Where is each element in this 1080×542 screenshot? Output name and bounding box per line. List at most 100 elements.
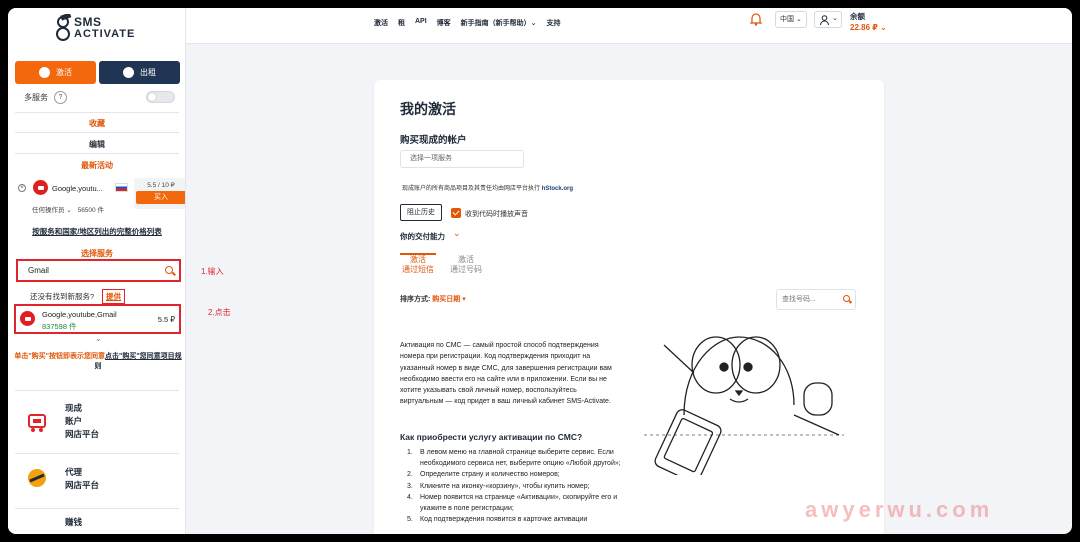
number-search-input[interactable]: 查找号码... xyxy=(776,289,856,310)
payment-capability[interactable]: 你的交付能力 xyxy=(400,231,445,242)
service-select[interactable]: 选择一项服务 xyxy=(400,150,524,168)
annotation-click: 2.点击 xyxy=(208,308,231,317)
user-icon xyxy=(820,15,829,25)
tab-sms-activation[interactable]: 激活 通过短信 xyxy=(400,253,436,275)
service-list-item[interactable]: Google,youtube,Gmail 837598 件 5.5 ₽ xyxy=(14,304,181,334)
divider xyxy=(15,508,179,509)
terms-notice: 单击"购买"按钮即表示您同意点击"购买"您同意项目规 则 xyxy=(10,352,185,372)
activity-price-box: 5.5 / 10 ₽ 买入 xyxy=(134,178,185,209)
sort-control: 排序方式: 购买日期 ▾ xyxy=(400,294,466,304)
select-service-label: 选择服务 xyxy=(81,249,113,258)
chevron-down-icon[interactable]: ⌄ xyxy=(453,228,461,239)
block-history-button[interactable]: 阻止历史 xyxy=(400,204,442,221)
terms-notice-tail: 则 xyxy=(94,363,102,370)
nav-menu: 激活 租 API 博客 新手指南（新手帮助）⌄ 支持 xyxy=(374,18,561,28)
activity-operator[interactable]: 任何操作员 ⌄ 56500 件 xyxy=(32,204,104,214)
stock-note-text: 现成账户的所有商品项目及其责任均由网店平台执行 xyxy=(402,186,541,192)
activity-count: 56500 件 xyxy=(77,207,104,214)
search-icon[interactable] xyxy=(843,295,850,302)
list-item: 5. Код подтверждения появится в карточке … xyxy=(407,514,625,525)
terms-notice-text: 单击"购买"按钮即表示您同意 xyxy=(14,353,105,360)
promo-line: 网店平台 xyxy=(65,429,100,439)
promo-line: 赚钱 xyxy=(65,517,83,527)
balance-value[interactable]: 22.86 ₽ ⌄ xyxy=(850,23,887,32)
close-icon[interactable]: × xyxy=(18,184,26,192)
multi-service-row: 多服务 ? xyxy=(24,91,67,104)
youtube-icon xyxy=(20,311,35,326)
buy-account-heading: 购买现成的帐户 xyxy=(400,135,467,146)
terms-link[interactable]: 点击"购买"您同意项目规 xyxy=(105,353,182,360)
divider xyxy=(15,112,179,113)
service-search-input[interactable]: Gmail xyxy=(16,259,181,282)
favorites-label[interactable]: 收藏 xyxy=(8,118,185,129)
stock-note: 现成账户的所有商品项目及其责任均由网店平台执行 hStock.org xyxy=(402,183,573,192)
user-menu[interactable]: ⌄ xyxy=(814,11,842,28)
provide-link[interactable]: 提供 xyxy=(102,289,125,304)
tab-label: 激活 xyxy=(458,255,474,264)
nav-item-rent[interactable]: 租 xyxy=(398,18,405,28)
annotation-input: 1.输入 xyxy=(201,267,224,276)
tab-label: 通过号码 xyxy=(450,265,482,274)
fox-icon xyxy=(39,67,50,78)
multi-service-label: 多服务 xyxy=(24,93,48,102)
tab-number-activation[interactable]: 激活 通过号码 xyxy=(448,255,484,275)
globe-icon xyxy=(28,469,46,487)
stock-link[interactable]: hStock.org xyxy=(542,186,573,192)
list-item: 3. Кликните на иконку-«корзину», чтобы ку… xyxy=(407,481,625,492)
rent-tab-button[interactable]: 出租 xyxy=(99,61,180,84)
tab-label: 通过短信 xyxy=(402,265,434,274)
logo-icon xyxy=(56,14,72,41)
bell-icon[interactable] xyxy=(750,12,762,26)
divider xyxy=(15,453,179,454)
search-icon[interactable] xyxy=(165,266,173,274)
number-search-placeholder: 查找号码... xyxy=(782,296,816,303)
balance-label: 余额 xyxy=(850,12,865,21)
multi-service-toggle[interactable] xyxy=(146,91,175,103)
step-number: 2. xyxy=(407,471,413,479)
activate-tab-button[interactable]: 激活 xyxy=(15,61,96,84)
sidebar: SMS ACTIVATE 激活 出租 多服务 ? 收藏 编辑 最新活动 × Go… xyxy=(8,8,186,534)
latest-activity-label: 最新活动 xyxy=(81,161,113,170)
step-number: 1. xyxy=(407,449,413,456)
search-value: Gmail xyxy=(28,266,49,275)
fox-phone-illustration xyxy=(644,336,844,475)
language-select[interactable]: 中国 ⌄ xyxy=(775,11,807,28)
watermark: awyerwu.com xyxy=(805,497,994,522)
sound-checkbox[interactable] xyxy=(451,208,461,218)
edit-button[interactable]: 编辑 xyxy=(8,139,185,150)
activate-tab-label: 激活 xyxy=(56,68,72,77)
service-count: 837598 件 xyxy=(42,322,77,331)
how-to-steps: 1. В левом меню на главной странице выбер… xyxy=(407,447,625,525)
service-price: 5.5 ₽ xyxy=(157,315,175,324)
divider xyxy=(15,153,179,154)
divider xyxy=(15,132,179,133)
page-title: 我的激活 xyxy=(400,101,456,117)
step-text: Кликните на иконку-«корзину», чтобы купи… xyxy=(420,482,590,490)
logo[interactable]: SMS ACTIVATE xyxy=(56,14,135,42)
nav-item-activate[interactable]: 激活 xyxy=(374,18,388,28)
nav-item-guide[interactable]: 新手指南（新手帮助）⌄ xyxy=(461,18,537,28)
not-found-text: 还没有找到新服务? xyxy=(30,292,95,301)
youtube-icon xyxy=(33,180,48,195)
expand-chevron-icon[interactable]: ⌄ xyxy=(95,334,102,343)
promo-line: 网店平台 xyxy=(65,480,100,490)
operator-select[interactable]: 任何操作员 ⌄ xyxy=(32,207,72,214)
how-to-title: Как приобрести услугу активации по СМС? xyxy=(400,432,583,442)
app-window: SMS ACTIVATE 激活 出租 多服务 ? 收藏 编辑 最新活动 × Go… xyxy=(8,8,1072,534)
buy-button[interactable]: 买入 xyxy=(136,191,185,204)
user-chevron-icon: ⌄ xyxy=(832,15,838,22)
step-number: 4. xyxy=(407,493,413,501)
top-navigation: 激活 租 API 博客 新手指南（新手帮助）⌄ 支持 中国 ⌄ ⌄ 余额 22.… xyxy=(186,8,1072,44)
logo-line2: ACTIVATE xyxy=(74,28,136,40)
nav-item-support[interactable]: 支持 xyxy=(547,18,561,28)
nav-item-api[interactable]: API xyxy=(415,18,427,28)
activations-card: 我的激活 购买现成的帐户 选择一项服务 现成账户的所有商品项目及其责任均由网店平… xyxy=(374,80,884,534)
nav-item-blog[interactable]: 博客 xyxy=(437,18,451,28)
step-number: 5. xyxy=(407,516,413,524)
price-list-link[interactable]: 按服务和国家/地区列出的完整价格列表 xyxy=(8,226,185,237)
step-text: Код подтверждения появится в карточке ак… xyxy=(420,516,588,524)
help-icon[interactable]: ? xyxy=(54,91,67,104)
sort-select[interactable]: 购买日期 ▾ xyxy=(432,296,465,303)
activity-price: 5.5 / 10 ₽ xyxy=(147,182,175,189)
tab-label: 激活 xyxy=(410,255,426,264)
